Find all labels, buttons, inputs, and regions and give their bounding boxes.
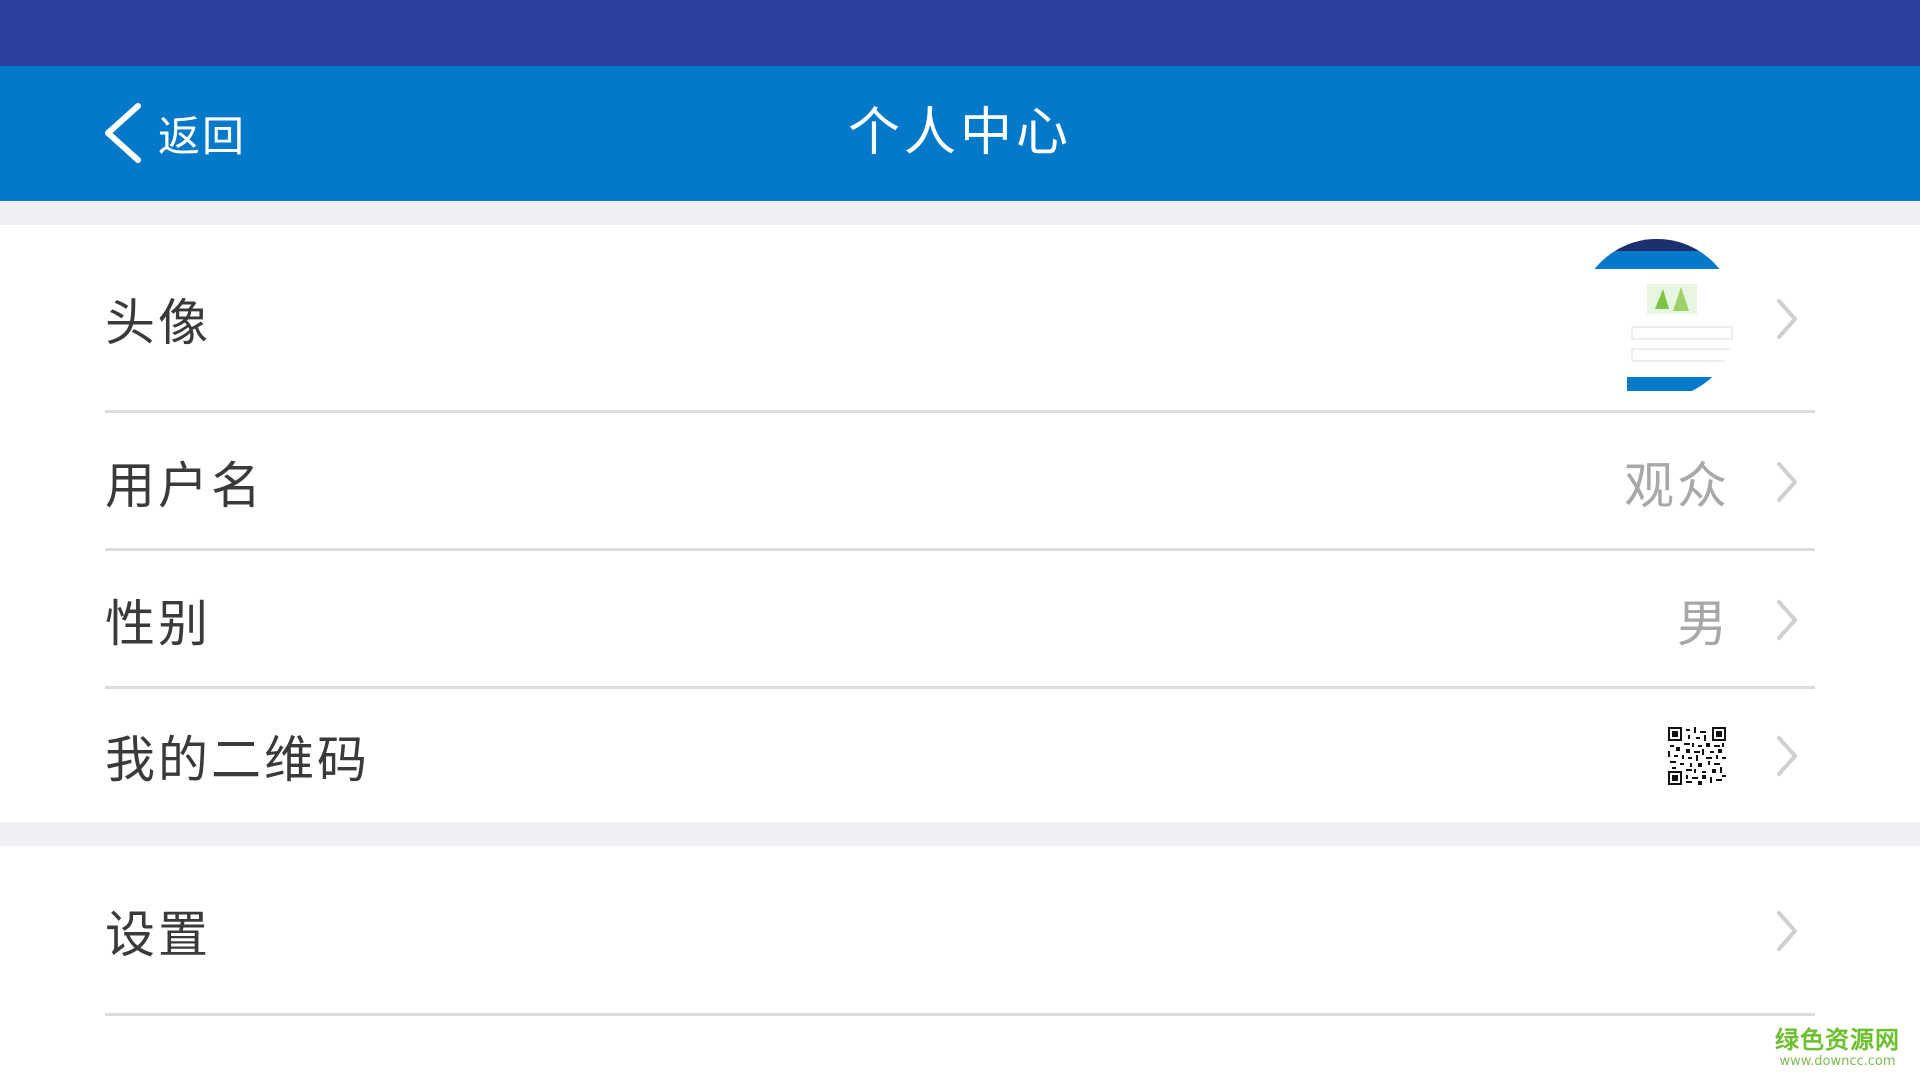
username-label: 用户名	[105, 457, 264, 515]
watermark-main-text: 绿色资源网	[1775, 1026, 1900, 1054]
chevron-right-icon	[1777, 911, 1797, 951]
avatar	[1577, 239, 1737, 399]
chevron-right-icon	[1777, 462, 1797, 502]
navigation-bar: 返回 个人中心	[0, 66, 1920, 201]
section-gap	[0, 822, 1920, 846]
username-value: 观众	[1624, 457, 1730, 515]
qr-code-icon	[1668, 726, 1726, 785]
avatar-label: 头像	[105, 294, 211, 352]
gender-label: 性别	[105, 595, 211, 653]
page-title: 个人中心	[847, 103, 1072, 163]
username-row[interactable]: 用户名 观众	[0, 413, 1920, 551]
chevron-right-icon	[1777, 735, 1797, 776]
gender-row[interactable]: 性别 男	[0, 551, 1920, 689]
watermark-url-text: www.downcc.com	[1779, 1054, 1896, 1069]
chevron-right-icon	[1777, 299, 1797, 339]
watermark: 绿色资源网 www.downcc.com	[1775, 1028, 1900, 1068]
section-gap	[0, 201, 1920, 225]
divider	[105, 1013, 1815, 1016]
qrcode-label: 我的二维码	[105, 730, 370, 789]
settings-label: 设置	[105, 906, 211, 964]
qrcode-row[interactable]: 我的二维码	[0, 689, 1920, 822]
chevron-right-icon	[1777, 600, 1797, 640]
avatar-row[interactable]: 头像	[0, 225, 1920, 413]
gender-value: 男	[1677, 595, 1730, 653]
settings-row[interactable]: 设置	[0, 846, 1920, 1016]
status-bar	[0, 0, 1920, 66]
